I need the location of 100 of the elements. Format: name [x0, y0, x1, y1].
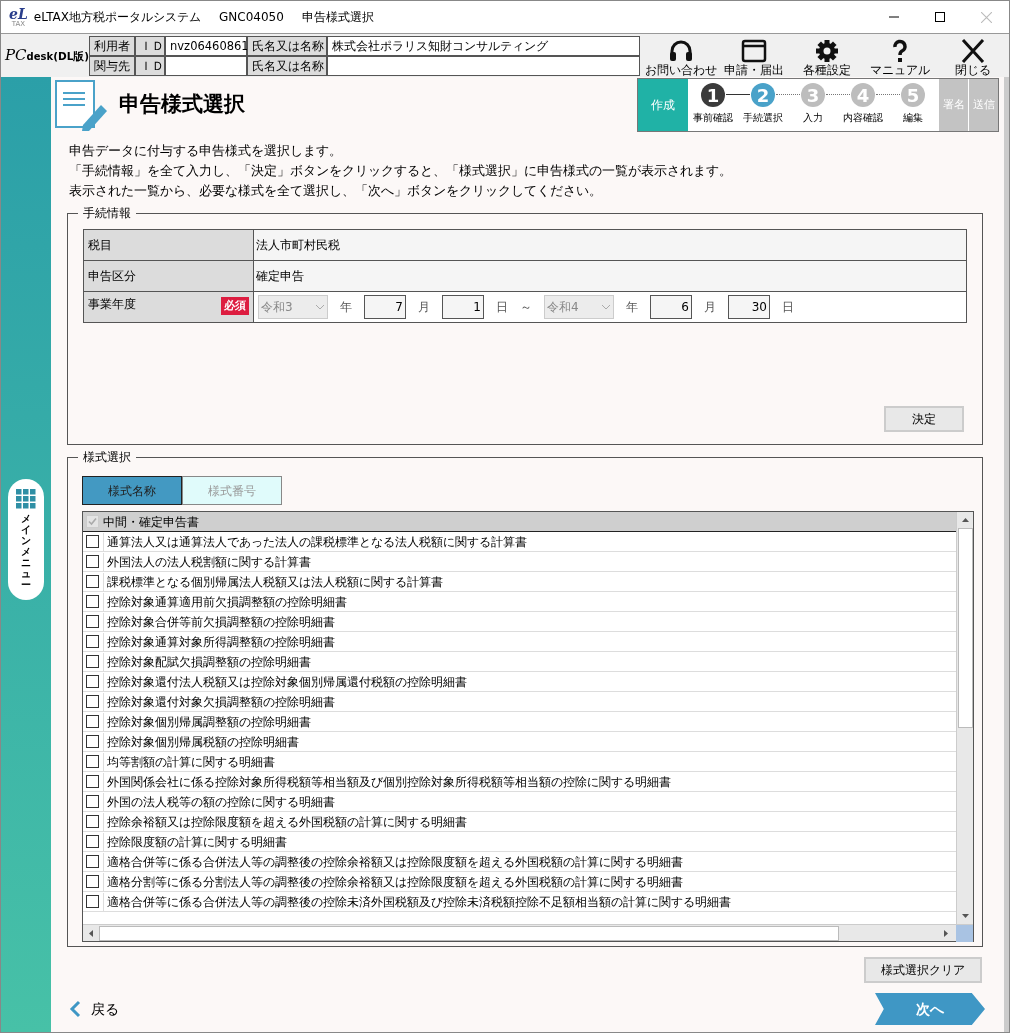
- product-name: desk: [26, 51, 54, 65]
- field-label: 申告区分: [84, 261, 254, 292]
- main-menu-button[interactable]: メインメニュー: [8, 479, 44, 600]
- section-legend: 様式選択: [78, 449, 136, 465]
- form-item-label[interactable]: 外国の法人税等の額の控除に関する明細書: [103, 792, 335, 811]
- vertical-scrollbar[interactable]: [956, 512, 973, 924]
- form-item-label[interactable]: 控除対象通算適用前欠損調整額の控除明細書: [103, 592, 347, 611]
- user-name-cell: 株式会社ポラリス知財コンサルティング: [327, 35, 640, 56]
- form-item-label[interactable]: 控除対象通算対象所得調整額の控除明細書: [103, 632, 335, 651]
- form-item-label[interactable]: 控除対象個別帰属調整額の控除明細書: [103, 712, 311, 731]
- back-button[interactable]: 戻る: [69, 998, 119, 1020]
- step-connector: [876, 94, 900, 95]
- form-item-label[interactable]: 適格合併等に係る合併法人等の調整後の控除余裕額又は控除限度額を超える外国税額の計算に関する明細書: [103, 852, 683, 871]
- step-number: 5: [901, 83, 925, 107]
- section-legend: 手続情報: [78, 205, 136, 221]
- form-item-label[interactable]: 適格合併等に係る合併法人等の調整後の控除未済外国税額及び控除未済税額控除不足額相当額の計算に関する明細書: [103, 892, 731, 911]
- step-label: 入力: [803, 111, 823, 125]
- checkbox[interactable]: [86, 595, 99, 608]
- required-badge: 必須: [221, 297, 249, 315]
- checkbox[interactable]: [86, 855, 99, 868]
- window-title: eLTAX地方税ポータルシステム: [33, 9, 201, 26]
- checkbox[interactable]: [86, 735, 99, 748]
- checkbox[interactable]: [86, 715, 99, 728]
- chevron-down-icon: [315, 304, 325, 310]
- toolbar-button[interactable]: マニュアル: [863, 34, 936, 77]
- product-logo: PC: [5, 45, 27, 67]
- checkbox[interactable]: [86, 615, 99, 628]
- month-field[interactable]: 7: [364, 295, 406, 319]
- checkbox[interactable]: [86, 655, 99, 668]
- grid-icon: [16, 489, 36, 509]
- day-field[interactable]: 1: [442, 295, 484, 319]
- checkbox[interactable]: [86, 835, 99, 848]
- checkbox[interactable]: [86, 755, 99, 768]
- form-item-label[interactable]: 控除対象還付法人税額又は控除対象個別帰属還付税額の控除明細書: [103, 672, 467, 691]
- close-icon: [959, 38, 986, 63]
- user-table-label: ＩＤ: [135, 35, 165, 56]
- checkbox[interactable]: [86, 875, 99, 888]
- checkbox[interactable]: [86, 895, 99, 908]
- form-item-label[interactable]: 適格分割等に係る分割法人等の調整後の控除余裕額又は控除限度額を超える外国税額の計算に関する明細書: [103, 872, 683, 891]
- product-edition: (DL版): [53, 49, 90, 65]
- checkbox[interactable]: [86, 815, 99, 828]
- checkbox[interactable]: [86, 575, 99, 588]
- checkbox[interactable]: [86, 695, 99, 708]
- description-text: 「手続情報」を全て入力し、「決定」ボタンをクリックすると、「様式選択」に申告様式の一覧が表示されます。: [69, 162, 733, 180]
- unit-label: 日: [496, 299, 508, 316]
- horizontal-scrollbar[interactable]: [83, 924, 973, 941]
- field-label: 事業年度: [88, 296, 136, 313]
- form-item-label[interactable]: 控除余裕額又は控除限度額を超える外国税額の計算に関する明細書: [103, 812, 467, 831]
- step-label: 事前確認: [693, 111, 733, 125]
- checkbox[interactable]: [86, 675, 99, 688]
- checkbox[interactable]: [86, 775, 99, 788]
- gear-icon: [813, 38, 840, 63]
- step-number: 2: [751, 83, 775, 107]
- step-number: 3: [801, 83, 825, 107]
- tab[interactable]: 様式名称: [82, 476, 182, 505]
- close-icon: [980, 11, 992, 23]
- headset-icon: [667, 38, 694, 63]
- step-label: 手続選択: [743, 111, 783, 125]
- form-item-label[interactable]: 控除対象個別帰属税額の控除明細書: [103, 732, 299, 751]
- logo-text: eL: [9, 6, 28, 21]
- field-label: 税目: [84, 230, 254, 261]
- form-item-label[interactable]: 均等割額の計算に関する明細書: [103, 752, 275, 771]
- form-item-label[interactable]: 課税標準となる個別帰属法人税額又は法人税額に関する計算書: [103, 572, 443, 591]
- step-connector: [726, 94, 750, 95]
- checkbox[interactable]: [86, 555, 99, 568]
- user-table-label: 氏名又は名称: [247, 35, 327, 56]
- unit-label: 年: [340, 299, 352, 316]
- description-text: 表示された一覧から、必要な様式を全て選択し、「次へ」ボタンをクリックしてください。: [69, 182, 603, 200]
- group-header-label: 中間・確定申告書: [103, 513, 199, 531]
- form-item-label[interactable]: 外国法人の法人税割額に関する計算書: [103, 552, 311, 571]
- month-field[interactable]: 6: [650, 295, 692, 319]
- toolbar-button[interactable]: 各種設定: [790, 34, 863, 77]
- decide-button[interactable]: 決定: [884, 406, 964, 432]
- clear-selection-button[interactable]: 様式選択クリア: [864, 957, 982, 983]
- unit-label: 月: [704, 299, 716, 316]
- unit-label: 年: [626, 299, 638, 316]
- checkbox[interactable]: [86, 795, 99, 808]
- field-value: 法人市町村民税: [254, 230, 967, 261]
- step-label: 内容確認: [843, 111, 883, 125]
- stage-create: 作成: [638, 79, 688, 131]
- form-item-label[interactable]: 通算法人又は通算法人であった法人の課税標準となる法人税額に関する計算書: [103, 532, 527, 551]
- step-connector: [776, 94, 800, 95]
- day-field[interactable]: 30: [728, 295, 770, 319]
- checkbox[interactable]: [86, 535, 99, 548]
- form-item-label[interactable]: 控除限度額の計算に関する明細書: [103, 832, 287, 851]
- step-label: 編集: [903, 111, 923, 125]
- form-item-label[interactable]: 外国関係会社に係る控除対象所得税額等相当額及び個別控除対象所得税額等相当額の控除に関する明細書: [103, 772, 671, 791]
- toolbar-button[interactable]: お問い合わせ: [644, 34, 717, 77]
- toolbar-button[interactable]: 閉じる: [936, 34, 1009, 77]
- step-connector: [826, 94, 850, 95]
- form-item-label[interactable]: 控除対象配賦欠損調整額の控除明細書: [103, 652, 311, 671]
- step-number: 4: [851, 83, 875, 107]
- unit-label: 月: [418, 299, 430, 316]
- toolbar-button[interactable]: 申請・届出: [717, 34, 790, 77]
- form-item-label[interactable]: 控除対象還付対象欠損調整額の控除明細書: [103, 692, 335, 711]
- form-item-label[interactable]: 控除対象合併等前欠損調整額の控除明細書: [103, 612, 335, 631]
- checkbox[interactable]: [86, 635, 99, 648]
- stage-label: 署名: [938, 79, 968, 131]
- user-table-label: 氏名又は名称: [247, 55, 327, 76]
- step-number: 1: [701, 83, 725, 107]
